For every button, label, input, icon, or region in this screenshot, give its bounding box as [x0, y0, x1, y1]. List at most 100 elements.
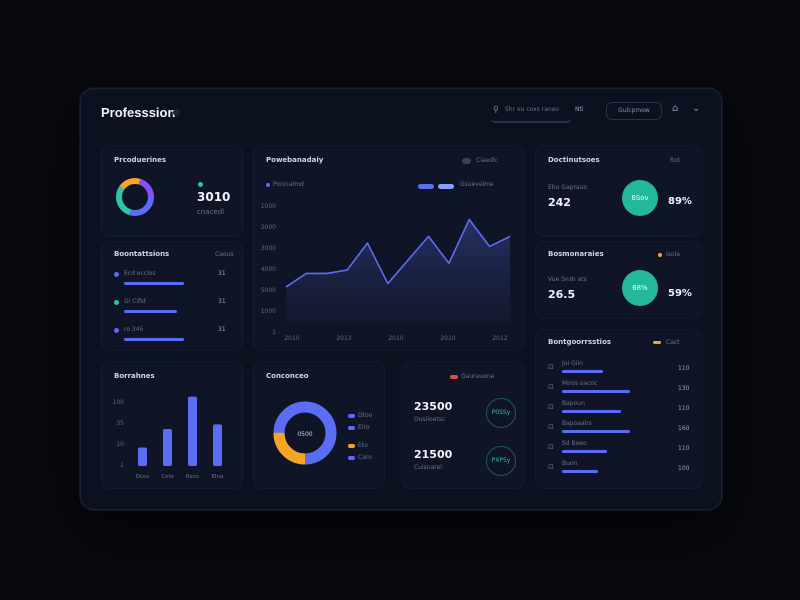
y-tick-label: 10 — [116, 441, 124, 448]
overview-sub: cnacedl — [197, 208, 225, 216]
row-label: Bapoaalrs — [562, 420, 592, 427]
progress-ring — [116, 178, 154, 216]
row-label: Ecd ecclos — [124, 270, 156, 277]
card-header-right: Isola — [666, 251, 680, 258]
x-tick-label: 2013 — [336, 335, 351, 342]
donut-chart: 0500 — [273, 401, 337, 465]
y-tick-label: 35 — [116, 420, 124, 427]
kpi-card: Gaurauene 23500 Ousiioetsc P0SSy 21500 C… — [401, 361, 525, 489]
y-tick-label: 1000 — [261, 203, 276, 210]
bar — [138, 447, 147, 466]
row-label: Bapoun — [562, 400, 585, 407]
row-label: ro 345 — [124, 326, 144, 333]
row-value: 31 — [218, 326, 226, 333]
row-value: 110 — [678, 365, 690, 372]
header-button[interactable]: Gulcpmow — [606, 102, 662, 120]
card-title: Bontgoorrsstios — [548, 338, 612, 346]
bar-label: Celo — [161, 474, 174, 480]
x-tick-label: 2010 — [388, 335, 403, 342]
row-dot — [114, 328, 119, 333]
stat-percent: 59% — [668, 288, 692, 299]
row-value: 100 — [678, 465, 690, 472]
kpi-chip: PXP5y — [486, 446, 516, 476]
x-tick-label: 2012 — [492, 335, 507, 342]
row-label: Buon — [562, 460, 578, 467]
card-header-right: Caous — [215, 251, 234, 258]
kpi-sub: Cuisnarel — [414, 464, 442, 471]
legend-dot — [198, 182, 203, 187]
stat-card-2: Bosmonaraies Isola Vue Snsh ats 26.5 68%… — [535, 241, 703, 319]
row-value: 160 — [678, 425, 690, 432]
nav-badge[interactable]: Nti — [575, 106, 584, 113]
row-progress — [562, 430, 630, 433]
dashboard-window: Professsion ⚲ Shr eu coxs raneo Nti Gulc… — [80, 88, 722, 510]
search-placeholder: Shr eu coxs raneo — [505, 106, 560, 113]
notification-icon[interactable]: ⌂ — [672, 103, 678, 114]
stat-value: 26.5 — [548, 288, 576, 301]
stat-card-1: Doctinutsoes Rot Ebu Gaprauo 242 6Sov 89… — [535, 145, 703, 237]
stat-value: 242 — [548, 196, 571, 209]
chevron-down-icon[interactable]: ⌄ — [692, 103, 700, 114]
y-tick-label: 3000 — [261, 245, 276, 252]
y-tick-label: 5000 — [261, 287, 276, 294]
top-bar: Professsion ⚲ Shr eu coxs raneo Nti Gulc… — [81, 89, 721, 137]
card-title: Prcoduerines — [114, 156, 167, 164]
row-value: 110 — [678, 405, 690, 412]
row-progress — [562, 370, 603, 373]
y-tick-label: 4000 — [261, 266, 276, 273]
legend-swatch — [348, 444, 355, 448]
row-icon: ⊡ — [548, 363, 554, 371]
row-icon: ⊡ — [548, 423, 554, 431]
row-label: Miros oacoc — [562, 380, 598, 387]
row-label: Jui Giin — [562, 360, 583, 367]
x-tick-label: 2010 — [284, 335, 299, 342]
row-progress — [124, 310, 177, 313]
search-input[interactable]: ⚲ Shr eu coxs raneo — [491, 103, 571, 123]
main-chart-card: Powebanadaiy Ciaedlc Ponicalmd Gsuevelme… — [253, 145, 525, 351]
legend-label: Caro — [358, 454, 372, 461]
app-title: Professsion — [101, 105, 176, 120]
stat-label: Ebu Gaprauo — [548, 184, 588, 191]
row-label: Sd Boeo — [562, 440, 587, 447]
row-progress — [562, 450, 607, 453]
legend-label: Eto — [358, 442, 368, 449]
y-tick-label: 1 — [272, 329, 276, 336]
row-progress — [562, 410, 621, 413]
row-progress — [124, 282, 184, 285]
donut-center-label: 0500 — [297, 431, 312, 438]
status-chip — [653, 341, 661, 344]
bar-label: Elna — [212, 474, 224, 480]
y-tick-label: 1000 — [261, 308, 276, 315]
kpi-sub: Ousiioetsc — [414, 416, 446, 423]
overview-card: Prcoduerines 3010 cnacedl — [101, 145, 243, 237]
stat-ring: 68% — [622, 270, 658, 306]
row-icon: ⊡ — [548, 403, 554, 411]
bar — [213, 424, 222, 466]
row-value: 110 — [678, 445, 690, 452]
legend-swatch — [348, 426, 355, 430]
row-label: Gi Cifid — [124, 298, 146, 305]
status-dot — [173, 109, 180, 116]
legend-label: Dtoo — [358, 412, 373, 419]
row-progress — [562, 470, 598, 473]
row-value: 130 — [678, 385, 690, 392]
y-tick-label: 2000 — [261, 224, 276, 231]
search-icon: ⚲ — [493, 105, 499, 114]
y-tick-label: 100 — [113, 399, 125, 406]
row-dot — [114, 300, 119, 305]
row-icon: ⊡ — [548, 463, 554, 471]
card-title: Doctinutsoes — [548, 156, 600, 164]
card-title: Conconceo — [266, 372, 309, 380]
row-value: 31 — [218, 298, 226, 305]
y-tick-label: 1 — [120, 462, 124, 469]
row-icon: ⊡ — [548, 443, 554, 451]
overview-value: 3010 — [197, 190, 231, 204]
bar — [188, 396, 197, 466]
card-header-right: Rot — [670, 157, 680, 164]
row-dot — [114, 272, 119, 277]
stat-ring: 6Sov — [622, 180, 658, 216]
bar — [163, 429, 172, 466]
legend-label: Elro — [358, 424, 370, 431]
bar-chart: 100 35 10 1 Dcos Celo Ranc Elna — [113, 396, 224, 480]
kpi-chip: P0SSy — [486, 398, 516, 428]
